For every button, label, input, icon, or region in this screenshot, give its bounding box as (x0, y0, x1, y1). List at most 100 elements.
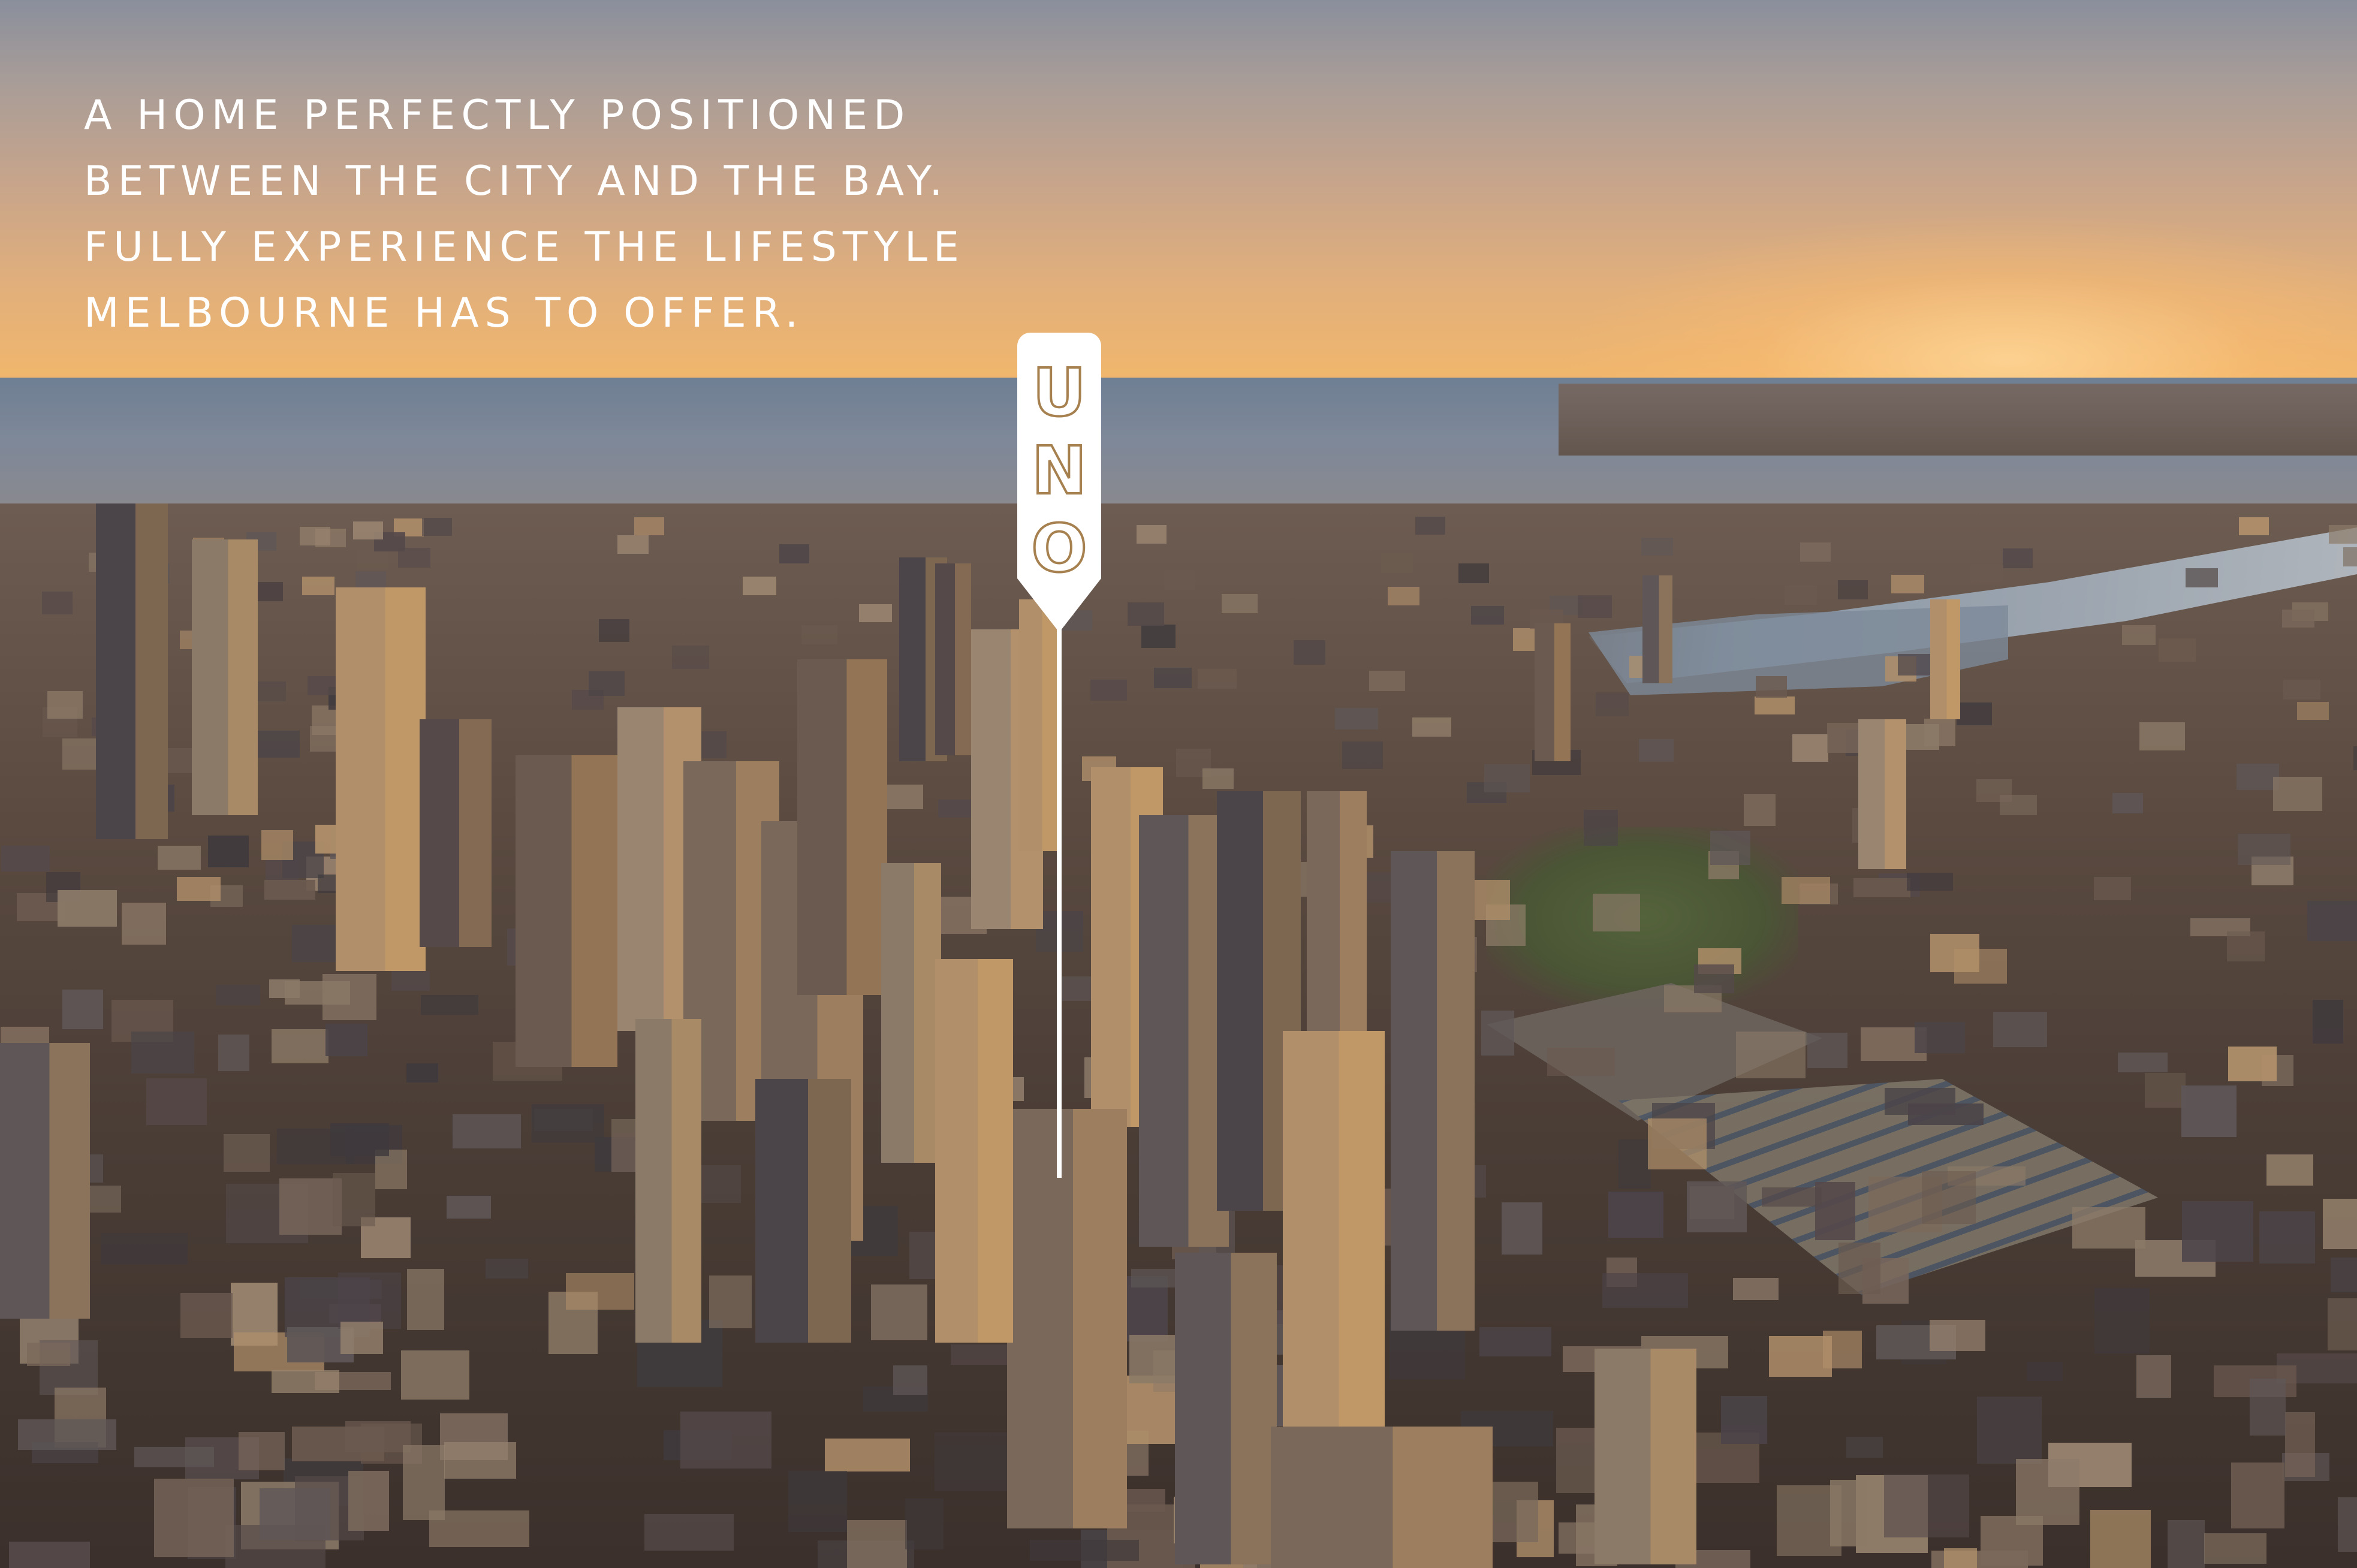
low-rise-building (2094, 1288, 2150, 1353)
low-rise-building (2237, 764, 2279, 790)
tower-sunlit-face (978, 959, 1013, 1343)
low-rise-building (779, 544, 809, 563)
low-rise-building (2168, 1520, 2205, 1568)
low-rise-building (2239, 517, 2269, 535)
marker-letter-u: U (1031, 354, 1087, 431)
low-rise-building (47, 691, 83, 719)
low-rise-building (62, 990, 103, 1029)
low-rise-building (1484, 764, 1530, 792)
low-rise-building (338, 1273, 401, 1329)
low-rise-building (447, 1196, 491, 1219)
low-rise-building (1141, 625, 1176, 648)
low-rise-building (1827, 723, 1862, 753)
tower-sunlit-face (1946, 599, 1960, 719)
low-rise-building (566, 1273, 634, 1310)
low-rise-building (1602, 1273, 1688, 1308)
low-rise-building (1342, 741, 1383, 769)
headline-text: A HOME PERFECTLY POSITIONED BETWEEN THE … (84, 83, 965, 346)
low-rise-building (2181, 1085, 2237, 1137)
low-rise-building (216, 985, 260, 1005)
low-rise-building (1838, 580, 1868, 599)
low-rise-building (325, 1024, 367, 1056)
low-rise-building (2259, 1211, 2315, 1264)
tower-sunlit-face (571, 755, 617, 1067)
low-rise-building (1547, 1048, 1615, 1076)
low-rise-building (2273, 777, 2322, 811)
low-rise-building (260, 1488, 330, 1540)
low-rise-building (935, 1433, 1018, 1491)
low-rise-building (1222, 594, 1258, 613)
low-rise-building (1458, 563, 1489, 583)
low-rise-building (2090, 1510, 2151, 1568)
low-rise-building (1202, 768, 1234, 789)
low-rise-building (1891, 575, 1924, 593)
low-rise-building (348, 1471, 389, 1531)
low-rise-building (218, 1035, 249, 1071)
low-rise-building (1830, 1480, 1867, 1546)
tower-sunlit-face (385, 587, 426, 971)
low-rise-building (1736, 1032, 1806, 1078)
low-rise-building (85, 1186, 121, 1213)
low-rise-building (2238, 834, 2290, 865)
low-rise-building (1769, 1336, 1832, 1377)
low-rise-building (1154, 668, 1192, 688)
tower-sunlit-face (1437, 851, 1475, 1331)
low-rise-building (1853, 878, 1910, 897)
low-rise-building (58, 890, 117, 927)
low-rise-building (1782, 877, 1830, 904)
low-rise-building (2266, 1154, 2313, 1186)
low-rise-building (300, 527, 330, 545)
low-rise-building (617, 535, 649, 554)
low-rise-building (1481, 1011, 1514, 1056)
low-rise-building (2283, 680, 2320, 699)
low-rise-building (1785, 586, 1817, 605)
low-rise-building (1907, 873, 1953, 891)
low-rise-building (101, 1233, 188, 1264)
low-rise-building (421, 995, 478, 1015)
low-rise-building (1137, 525, 1167, 544)
low-rise-building (1164, 570, 1195, 590)
headline-line: BETWEEN THE CITY AND THE BAY. (84, 158, 949, 205)
low-rise-building (672, 646, 709, 669)
low-rise-building (18, 1419, 116, 1450)
low-rise-building (122, 903, 166, 945)
low-rise-building (9, 1542, 90, 1568)
low-rise-building (2204, 1533, 2266, 1564)
uno-location-marker: U N O (1017, 333, 1101, 1178)
low-rise-building (886, 785, 923, 809)
tower-sunlit-face (1659, 575, 1672, 683)
low-rise-building (1, 1027, 49, 1045)
low-rise-building (269, 979, 300, 998)
tower-sunlit-face (1650, 1349, 1696, 1564)
low-rise-building (1129, 1335, 1182, 1383)
marker-letter-o: O (1030, 510, 1089, 587)
low-rise-building (905, 1498, 944, 1549)
low-rise-building (634, 517, 664, 535)
low-rise-building (2343, 547, 2357, 566)
low-rise-building (2331, 1258, 2357, 1292)
low-rise-building (2072, 1207, 2145, 1249)
low-rise-building (847, 1520, 907, 1568)
low-rise-building (2328, 1298, 2357, 1350)
low-rise-building (1710, 831, 1750, 865)
low-rise-building (743, 577, 776, 595)
tower-sunlit-face (459, 719, 492, 947)
low-rise-building (330, 1123, 389, 1156)
low-rise-building (486, 1259, 528, 1278)
low-rise-building (2118, 1053, 2168, 1072)
low-rise-building (1381, 553, 1413, 573)
low-rise-building (1578, 595, 1612, 618)
low-rise-building (2159, 638, 2196, 662)
low-rise-building (62, 738, 97, 770)
low-rise-building (859, 604, 892, 622)
low-rise-building (272, 1370, 339, 1393)
low-rise-building (2145, 1073, 2186, 1108)
low-rise-building (1898, 654, 1931, 676)
low-rise-building (1815, 1182, 1855, 1240)
headline-line: A HOME PERFECTLY POSITIONED (84, 92, 911, 139)
low-rise-building (357, 551, 388, 570)
low-rise-building (224, 1134, 270, 1172)
low-rise-building (1977, 1397, 2042, 1464)
low-rise-building (1584, 810, 1618, 846)
tower-sunlit-face (1231, 1253, 1277, 1564)
